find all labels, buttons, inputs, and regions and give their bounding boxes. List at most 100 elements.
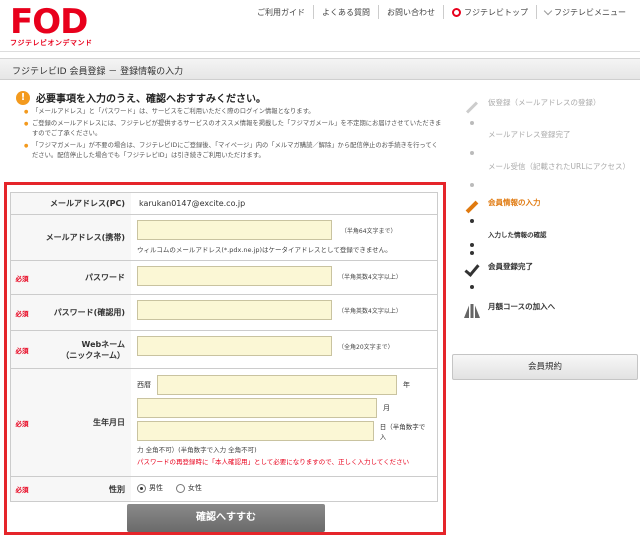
step-dot [470, 285, 474, 289]
required-mark: 必須 [11, 331, 33, 368]
pc-email-value: karukan0147@excite.co.jp [139, 199, 246, 208]
year-unit: 年 [403, 381, 410, 389]
month-unit: 月 [383, 404, 390, 412]
nav-fujitv-menu-label: フジテレビメニュー [554, 7, 626, 17]
gender-female-radio[interactable]: 女性 [175, 483, 202, 493]
nav-guide-label: ご利用ガイド [257, 7, 305, 17]
road-icon [464, 304, 480, 318]
notice-list: 「メールアドレス」と「パスワード」は、サービスをご利用いただく際のログイン情報と… [24, 107, 442, 163]
era-label: 西暦 [137, 381, 151, 389]
row-gender: 必須 性別 男性 女性 [11, 477, 437, 501]
terms-button[interactable]: 会員規約 [452, 354, 638, 380]
password-confirm-label: パスワード(確認用) [33, 295, 131, 330]
nav-faq[interactable]: よくある質問 [313, 5, 378, 19]
step-dot [470, 151, 474, 155]
radio-checked-icon [137, 483, 146, 493]
step-member-info: 会員情報の入力 [462, 197, 541, 217]
step-label: 月額コースの加入へ [488, 302, 556, 311]
birth-day-line: 日（半角数字で入 [137, 421, 431, 441]
birth-month-input[interactable] [137, 398, 377, 418]
mobile-email-input[interactable] [137, 220, 332, 240]
logo-subtitle: フジテレビオンデマンド [10, 39, 93, 47]
notice-heading: ! 必要事項を入力のうえ、確認へおすすみください。 [16, 90, 266, 105]
confirm-button[interactable]: 確認へすすむ [127, 504, 325, 532]
gender-female-label: 女性 [187, 484, 202, 492]
nav-guide[interactable]: ご利用ガイド [249, 5, 313, 19]
birthday-note: 力 全角不可）(半角数字で入力 全角不可) [137, 446, 257, 454]
step-dot [470, 251, 474, 255]
nav-contact[interactable]: お問い合わせ [378, 5, 443, 19]
birthday-label: 生年月日 [33, 369, 131, 476]
registration-form: メールアドレス(PC) karukan0147@excite.co.jp メール… [10, 192, 438, 502]
step-mail-received: メール受信（記載されたURLにアクセス） [462, 161, 630, 181]
nav-contact-label: お問い合わせ [387, 7, 435, 17]
password-input[interactable] [137, 266, 332, 286]
row-pc-email: メールアドレス(PC) karukan0147@excite.co.jp [11, 193, 437, 215]
step-dot [470, 219, 474, 223]
nav-faq-label: よくある質問 [322, 7, 370, 17]
step-monthly-course: 月額コースの加入へ [462, 301, 555, 321]
top-nav: ご利用ガイド よくある質問 お問い合わせ フジテレビトップ フジテレビメニュー [249, 3, 634, 21]
fujitv-eye-icon [452, 7, 461, 17]
birthday-red-note: パスワードの再登録時に「本人確認用」として必要になりますので、正しく入力してくだ… [137, 458, 410, 466]
pencil-icon [465, 100, 479, 114]
step-dot [470, 121, 474, 125]
step-complete: 会員登録完了 [462, 261, 533, 281]
required-cell [11, 193, 33, 214]
row-password: 必須 パスワード （半角英数4文字以上） [11, 261, 437, 295]
notice-item: 「フジマガメール」が不要の場合は、フジテレビIDにご登録後、「マイページ」内の「… [24, 141, 442, 161]
nav-fujitv-top-label: フジテレビトップ [464, 7, 528, 17]
mobile-email-hint: （半角64文字まで） [340, 227, 397, 235]
mobile-email-note: ウィルコムのメールアドレス(*.pdx.ne.jp)はケータイアドレスとして登録… [137, 246, 392, 254]
pencil-icon [465, 200, 479, 214]
notice-item: 「メールアドレス」と「パスワード」は、サービスをご利用いただく際のログイン情報と… [24, 107, 442, 117]
gender-label: 性別 [33, 477, 131, 501]
web-name-hint: （全角20文字まで） [338, 343, 394, 351]
notice-headline: 必要事項を入力のうえ、確認へおすすみください。 [36, 94, 266, 105]
required-mark: 必須 [11, 477, 33, 501]
birth-day-input[interactable] [137, 421, 374, 441]
required-cell [11, 215, 33, 260]
page-title: フジテレビID 会員登録 － 登録情報の入力 [12, 67, 184, 77]
step-label: 会員登録完了 [488, 262, 533, 271]
step-dot [470, 243, 474, 247]
step-label: メールアドレス登録完了 [488, 130, 571, 139]
birth-month-line: 月 [137, 398, 431, 418]
row-web-name: 必須 Webネーム （ニックネーム） （全角20文字まで） [11, 331, 437, 369]
step-provisional: 仮登録（メールアドレスの登録） [462, 97, 601, 117]
nav-fujitv-menu[interactable]: フジテレビメニュー [536, 5, 634, 19]
notice-item: ご登録のメールアドレスには、フジテレビが提供するサービスのオススメ情報を掲載した… [24, 119, 442, 139]
logo-mark: FOD [10, 2, 88, 42]
required-mark: 必須 [11, 261, 33, 294]
exclamation-icon: ! [16, 90, 30, 105]
step-label: 入力した情報の確認 [488, 231, 547, 239]
day-unit: 日（半角数字で入 [379, 423, 426, 441]
row-mobile-email: メールアドレス(携帯) （半角64文字まで） ウィルコムのメールアドレス(*.p… [11, 215, 437, 261]
birth-year-input[interactable] [157, 375, 397, 395]
page-title-bar: フジテレビID 会員登録 － 登録情報の入力 [0, 58, 640, 80]
site-header: FOD フジテレビオンデマンド ご利用ガイド よくある質問 お問い合わせ フジテ… [0, 0, 640, 52]
password-confirm-hint: （半角英数4文字以上） [338, 307, 402, 315]
pc-email-label: メールアドレス(PC) [33, 193, 131, 214]
step-dot [470, 183, 474, 187]
password-hint: （半角英数4文字以上） [338, 273, 402, 281]
step-label: メール受信（記載されたURLにアクセス） [488, 162, 631, 171]
nav-fujitv-top[interactable]: フジテレビトップ [443, 5, 536, 19]
step-label: 仮登録（メールアドレスの登録） [488, 98, 601, 107]
chevron-down-icon [543, 6, 553, 15]
web-name-input[interactable] [137, 336, 332, 356]
fod-logo[interactable]: FOD フジテレビオンデマンド [10, 4, 120, 48]
checkmark-icon [464, 261, 480, 277]
radio-unchecked-icon [175, 483, 185, 493]
row-password-confirm: 必須 パスワード(確認用) （半角英数4文字以上） [11, 295, 437, 331]
gender-male-radio[interactable]: 男性 [137, 483, 163, 493]
gender-male-label: 男性 [149, 484, 163, 492]
required-mark: 必須 [11, 295, 33, 330]
web-name-label: Webネーム （ニックネーム） [33, 331, 131, 368]
step-confirm-info: 入力した情報の確認 [462, 229, 547, 249]
password-confirm-input[interactable] [137, 300, 332, 320]
password-label: パスワード [33, 261, 131, 294]
row-birthday: 必須 生年月日 西暦 年 月 日（半角数字で入 力 全角不可）(半角数字で入力 … [11, 369, 437, 477]
birth-year-line: 西暦 年 [137, 375, 431, 395]
mobile-email-label: メールアドレス(携帯) [33, 215, 131, 260]
